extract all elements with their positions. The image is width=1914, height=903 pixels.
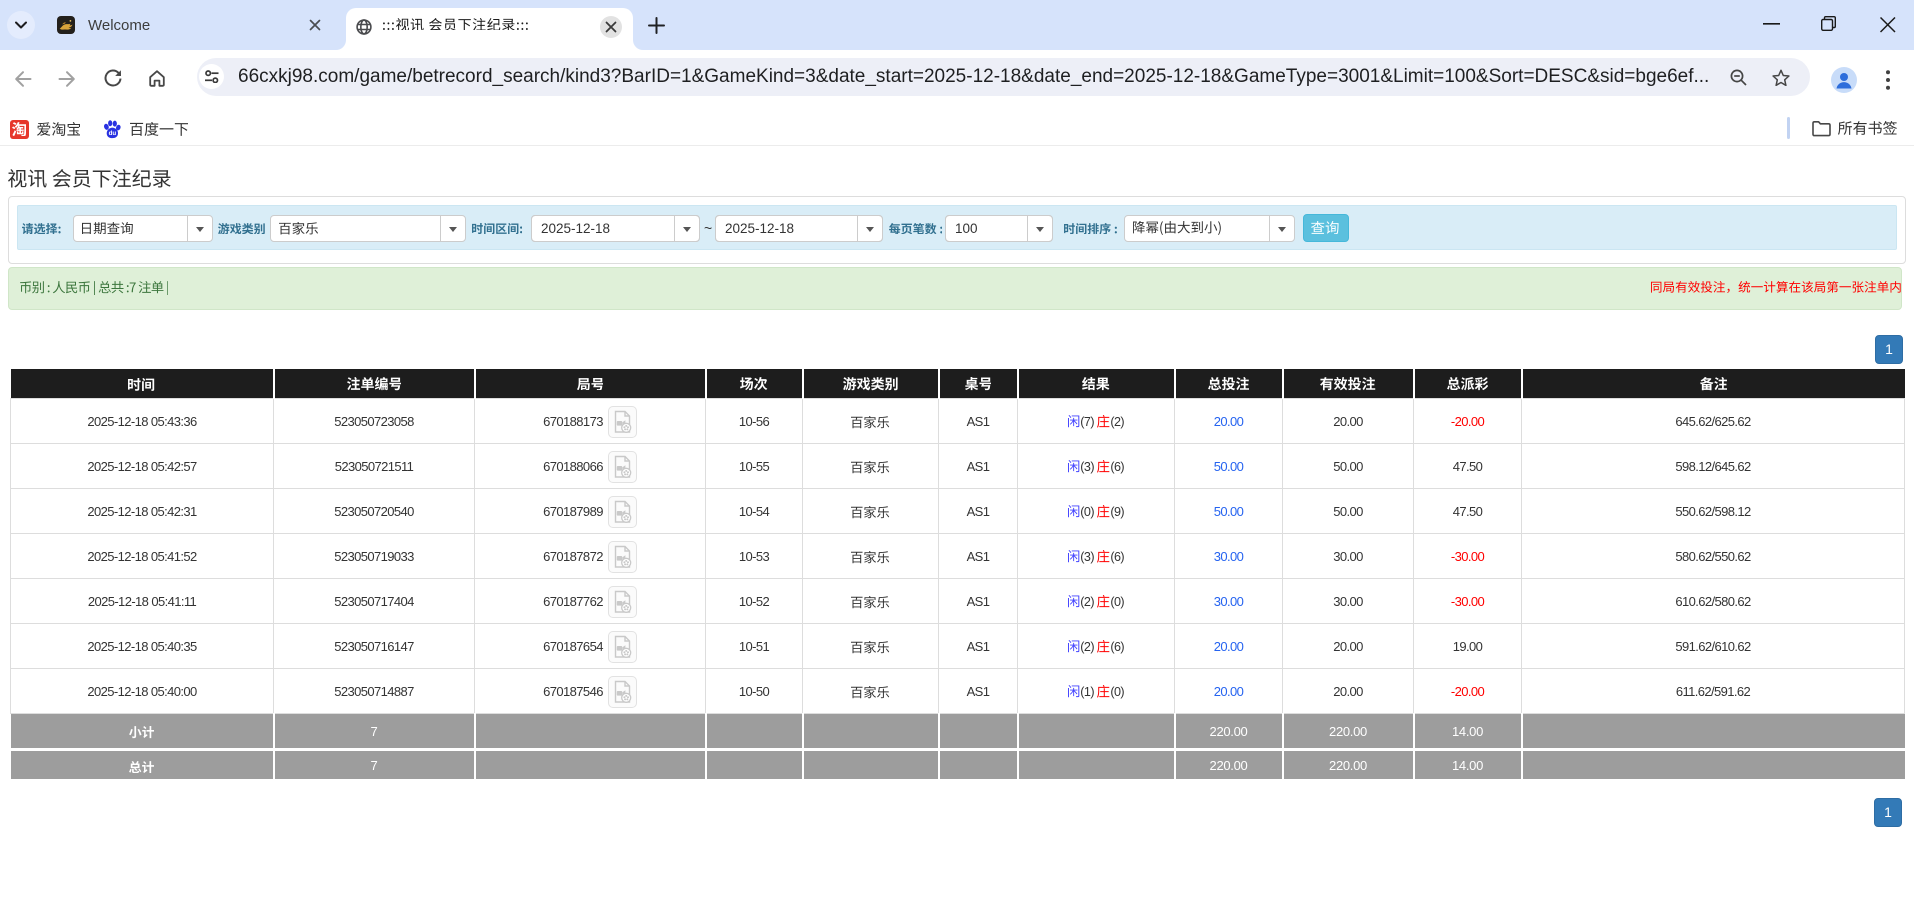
svg-text:du: du [109,130,117,137]
